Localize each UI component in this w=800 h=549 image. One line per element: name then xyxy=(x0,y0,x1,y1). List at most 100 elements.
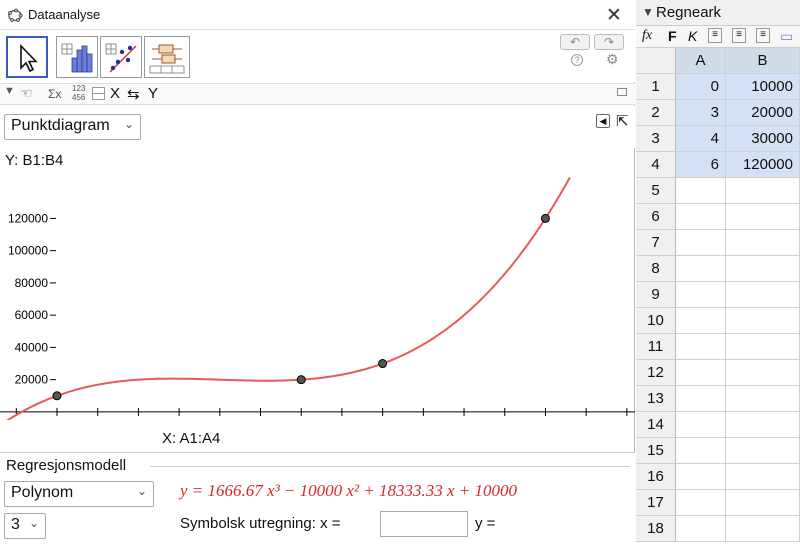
data-point[interactable] xyxy=(296,375,306,385)
cell-a[interactable] xyxy=(676,464,726,490)
table-row: 14 xyxy=(636,412,800,438)
row-header[interactable]: 15 xyxy=(636,438,676,464)
row-header[interactable]: 9 xyxy=(636,282,676,308)
restore-icon[interactable] xyxy=(617,88,627,96)
panel-menu-icon[interactable]: ▼ xyxy=(642,5,654,19)
cell-a[interactable] xyxy=(676,334,726,360)
settings-icon[interactable]: ⚙ xyxy=(606,51,619,68)
regression-model-select[interactable]: Polynom ⌄ xyxy=(4,481,154,507)
cell-a[interactable] xyxy=(676,490,726,516)
table-row: 15 xyxy=(636,438,800,464)
close-icon[interactable]: ✕ xyxy=(606,4,622,27)
redo-icon[interactable]: ↷ xyxy=(594,34,624,50)
row-header[interactable]: 14 xyxy=(636,412,676,438)
column-header-a[interactable]: A xyxy=(676,48,726,74)
cell-b[interactable] xyxy=(726,282,800,308)
cell-a[interactable] xyxy=(676,230,726,256)
cell-b[interactable]: 10000 xyxy=(726,74,800,100)
cell-a[interactable]: 6 xyxy=(676,152,726,178)
cell-a[interactable] xyxy=(676,412,726,438)
cell-b[interactable] xyxy=(726,516,800,542)
align-right-icon[interactable]: ≡ xyxy=(756,28,770,43)
swap-xy-icon[interactable]: ⇆ xyxy=(127,85,140,103)
x-value-input[interactable] xyxy=(380,511,468,537)
cell-b[interactable] xyxy=(726,308,800,334)
collapse-panel-icon[interactable]: ◀ xyxy=(596,114,610,128)
bold-button[interactable]: F xyxy=(668,28,677,44)
cell-a[interactable] xyxy=(676,204,726,230)
row-header[interactable]: 11 xyxy=(636,334,676,360)
cell-b[interactable] xyxy=(726,178,800,204)
data-point[interactable] xyxy=(52,391,62,401)
align-center-icon[interactable]: ≡ xyxy=(732,28,746,43)
data-point[interactable] xyxy=(540,213,550,223)
formula-icon[interactable]: fx xyxy=(642,28,652,44)
row-header[interactable]: 16 xyxy=(636,464,676,490)
layout-toggle-icon[interactable] xyxy=(92,87,105,100)
row-header[interactable]: 4 xyxy=(636,152,676,178)
select-tool-button[interactable] xyxy=(6,36,48,78)
undo-icon[interactable]: ↶ xyxy=(560,34,590,50)
regression-model-value: Polynom xyxy=(11,484,74,501)
cell-b[interactable]: 120000 xyxy=(726,152,800,178)
cell-a[interactable] xyxy=(676,308,726,334)
cell-a[interactable]: 3 xyxy=(676,100,726,126)
cell-b[interactable] xyxy=(726,386,800,412)
data-point[interactable] xyxy=(378,359,388,369)
table-row: 12 xyxy=(636,360,800,386)
row-header[interactable]: 6 xyxy=(636,204,676,230)
cell-a[interactable] xyxy=(676,178,726,204)
row-header[interactable]: 1 xyxy=(636,74,676,100)
cell-b[interactable] xyxy=(726,438,800,464)
row-header[interactable]: 10 xyxy=(636,308,676,334)
italic-button[interactable]: K xyxy=(688,28,697,44)
cell-b[interactable] xyxy=(726,412,800,438)
cell-b[interactable] xyxy=(726,256,800,282)
column-header-b[interactable]: B xyxy=(726,48,800,74)
cell-color-icon[interactable]: ▭ xyxy=(780,28,793,45)
plot-type-select[interactable]: Punktdiagram ⌄ xyxy=(4,114,141,140)
row-header[interactable]: 13 xyxy=(636,386,676,412)
options-menu-icon[interactable]: ▼ xyxy=(4,85,15,97)
x-tick-label: 5.5 xyxy=(496,418,513,420)
cell-a[interactable] xyxy=(676,386,726,412)
row-header[interactable]: 5 xyxy=(636,178,676,204)
x-tick-label: 1 xyxy=(135,418,142,420)
hand-icon[interactable]: ☜ xyxy=(20,85,33,102)
one-variable-tool-button[interactable] xyxy=(56,36,98,78)
row-header[interactable]: 2 xyxy=(636,100,676,126)
cell-b[interactable] xyxy=(726,334,800,360)
data-numbers-icon[interactable]: 123 456 xyxy=(72,84,85,102)
cell-b[interactable]: 20000 xyxy=(726,100,800,126)
multi-variable-tool-button[interactable] xyxy=(144,36,190,78)
row-header[interactable]: 3 xyxy=(636,126,676,152)
cell-b[interactable] xyxy=(726,204,800,230)
two-variable-tool-button[interactable] xyxy=(100,36,142,78)
row-header[interactable]: 8 xyxy=(636,256,676,282)
scatter-plot[interactable]: -0.500.511.522.533.544.555.566.572000040… xyxy=(0,170,635,420)
statistics-sigma-icon[interactable]: Σx xyxy=(48,87,61,101)
cell-a[interactable] xyxy=(676,282,726,308)
align-left-icon[interactable]: ≡ xyxy=(708,28,722,43)
degree-select[interactable]: 3 ⌄ xyxy=(4,513,46,539)
cell-a[interactable] xyxy=(676,516,726,542)
row-header[interactable]: 7 xyxy=(636,230,676,256)
row-header[interactable]: 17 xyxy=(636,490,676,516)
cell-a[interactable]: 4 xyxy=(676,126,726,152)
cell-a[interactable] xyxy=(676,438,726,464)
cell-a[interactable] xyxy=(676,256,726,282)
cell-b[interactable]: 30000 xyxy=(726,126,800,152)
row-header[interactable]: 12 xyxy=(636,360,676,386)
cell-a[interactable] xyxy=(676,360,726,386)
help-icon[interactable]: ? xyxy=(571,54,583,66)
cell-b[interactable] xyxy=(726,490,800,516)
row-header[interactable]: 18 xyxy=(636,516,676,542)
cell-b[interactable] xyxy=(726,360,800,386)
cell-b[interactable] xyxy=(726,230,800,256)
table-row: 1 0 10000 xyxy=(636,74,800,100)
cell-a[interactable]: 0 xyxy=(676,74,726,100)
table-row: 9 xyxy=(636,282,800,308)
cell-b[interactable] xyxy=(726,464,800,490)
export-icon[interactable]: ⇱ xyxy=(616,112,629,130)
table-row: 17 xyxy=(636,490,800,516)
